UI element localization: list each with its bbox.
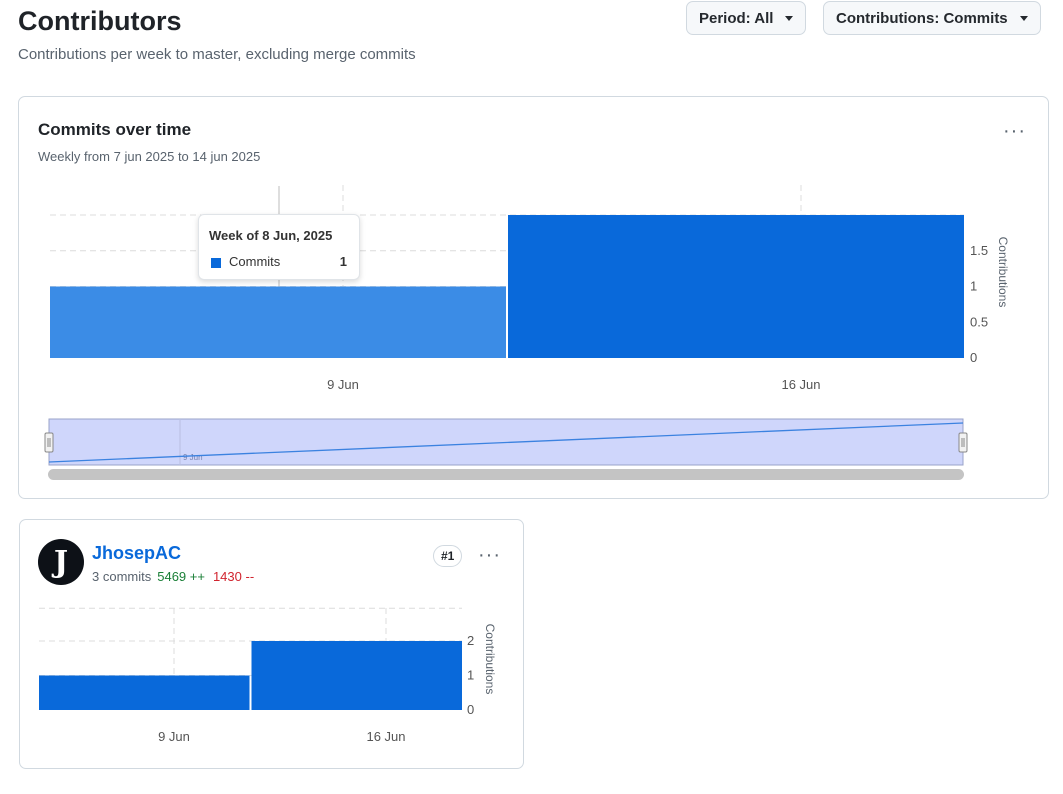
x-tick-label: 9 Jun <box>158 729 190 744</box>
y-tick-label: 0 <box>467 702 474 717</box>
y-tick-label: 1 <box>467 668 474 683</box>
contributor-chart: 0 1 2 9 Jun 16 Jun Contributions <box>39 607 497 744</box>
chart-bar[interactable] <box>251 641 463 710</box>
y-axis-label: Contributions <box>483 624 497 695</box>
x-tick-label: 16 Jun <box>366 729 405 744</box>
y-tick-label: 2 <box>467 633 474 648</box>
chart-bar[interactable] <box>39 675 250 711</box>
